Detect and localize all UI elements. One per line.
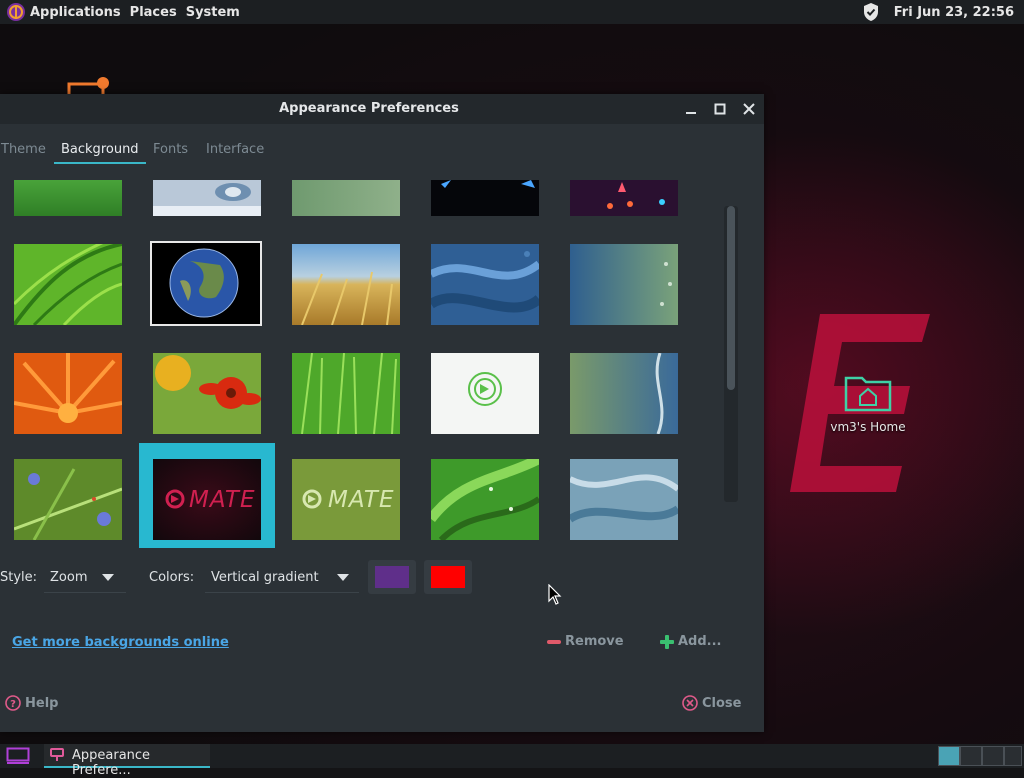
thumbnail[interactable] <box>14 244 122 325</box>
add-button-label: Add... <box>678 634 722 649</box>
thumbnail[interactable] <box>292 244 400 325</box>
chevron-down-icon <box>337 574 349 581</box>
thumbnail[interactable] <box>292 353 400 434</box>
remove-button-label: Remove <box>565 634 624 649</box>
background-controls: Style: Zoom Colors: Vertical gradient <box>0 560 760 594</box>
home-folder-label: vm3's Home <box>830 420 906 434</box>
background-grid: MATE MATE <box>0 178 720 548</box>
titlebar[interactable]: Appearance Preferences <box>0 94 764 124</box>
tab-fonts[interactable]: Fonts <box>153 142 188 162</box>
colors-select-value: Vertical gradient <box>211 570 319 585</box>
maximize-icon[interactable] <box>711 100 729 118</box>
colors-label: Colors: <box>149 570 195 585</box>
workspace-3[interactable] <box>982 746 1004 766</box>
thumbnail[interactable] <box>570 244 678 325</box>
thumbnail[interactable]: MATE <box>292 459 400 540</box>
thumbnail[interactable] <box>14 459 122 540</box>
shield-icon[interactable] <box>862 2 880 22</box>
tab-theme[interactable]: Theme <box>1 142 46 162</box>
taskbar-item-label: Appearance Prefere... <box>72 748 151 778</box>
minimize-icon[interactable] <box>682 100 700 118</box>
menu-applications[interactable]: Applications <box>30 5 121 20</box>
thumbnail[interactable] <box>14 180 122 216</box>
style-select-value: Zoom <box>50 570 88 585</box>
style-label: Style: <box>0 570 38 585</box>
help-button[interactable]: ? Help <box>5 695 58 711</box>
plus-icon <box>660 634 674 649</box>
thumbnail[interactable] <box>431 459 539 540</box>
help-button-label: Help <box>25 695 59 711</box>
bottom-panel: Appearance Prefere... <box>0 744 1024 778</box>
help-icon: ? <box>5 695 21 711</box>
thumbnail[interactable] <box>153 180 261 216</box>
show-desktop-icon[interactable] <box>6 747 30 765</box>
secondary-color-button[interactable] <box>424 560 472 594</box>
mouse-cursor-icon <box>548 584 562 605</box>
more-backgrounds-link[interactable]: Get more backgrounds online <box>12 635 229 650</box>
thumbnail[interactable] <box>153 353 261 434</box>
workspace-2[interactable] <box>960 746 982 766</box>
home-folder[interactable]: vm3's Home <box>828 372 908 434</box>
thumbnail[interactable] <box>570 459 678 540</box>
chevron-down-icon <box>102 574 114 581</box>
thumbnail[interactable] <box>570 180 678 216</box>
thumbnail[interactable] <box>431 244 539 325</box>
remove-button[interactable]: Remove <box>547 634 624 649</box>
taskbar-item[interactable]: Appearance Prefere... <box>44 744 210 778</box>
colors-select[interactable]: Vertical gradient <box>205 562 359 593</box>
clock[interactable]: Fri Jun 23, 22:56 <box>894 5 1014 20</box>
close-circle-icon <box>682 695 698 711</box>
tab-background[interactable]: Background <box>54 142 146 164</box>
menu-places[interactable]: Places <box>130 5 177 20</box>
appearance-preferences-window: Appearance Preferences Theme Background … <box>0 94 764 732</box>
top-panel: Applications Places System Fri Jun 23, 2… <box>0 0 1024 24</box>
close-button-label: Close <box>702 695 742 711</box>
close-button[interactable]: Close <box>682 695 741 711</box>
thumbnail[interactable] <box>431 180 539 216</box>
primary-color-button[interactable] <box>368 560 416 594</box>
secondary-color-swatch <box>431 566 465 588</box>
menu-logo-icon[interactable] <box>6 2 26 22</box>
mate-logo-text: MATE <box>189 487 256 513</box>
close-window-icon[interactable] <box>740 100 758 118</box>
minus-icon <box>547 639 561 644</box>
home-folder-icon <box>844 376 892 412</box>
scrollbar-thumb[interactable] <box>727 206 735 390</box>
thumbnail[interactable] <box>431 353 539 434</box>
mate-logo-text: MATE <box>328 487 395 513</box>
appearance-icon <box>50 748 64 761</box>
scrollbar[interactable] <box>724 206 738 502</box>
tab-interface[interactable]: Interface <box>206 142 264 162</box>
window-title: Appearance Preferences <box>279 101 459 116</box>
thumbnail-selected[interactable]: MATE <box>139 443 275 548</box>
thumbnail[interactable] <box>570 353 678 434</box>
primary-color-swatch <box>375 566 409 588</box>
workspace-4[interactable] <box>1004 746 1022 766</box>
workspace-1[interactable] <box>938 746 960 766</box>
style-select[interactable]: Zoom <box>44 562 126 593</box>
menu-system[interactable]: System <box>186 5 240 20</box>
thumbnail[interactable] <box>14 353 122 434</box>
thumbnail[interactable] <box>292 180 400 216</box>
svg-text:?: ? <box>10 699 16 710</box>
thumbnail[interactable] <box>150 241 262 326</box>
add-button[interactable]: Add... <box>660 634 722 649</box>
